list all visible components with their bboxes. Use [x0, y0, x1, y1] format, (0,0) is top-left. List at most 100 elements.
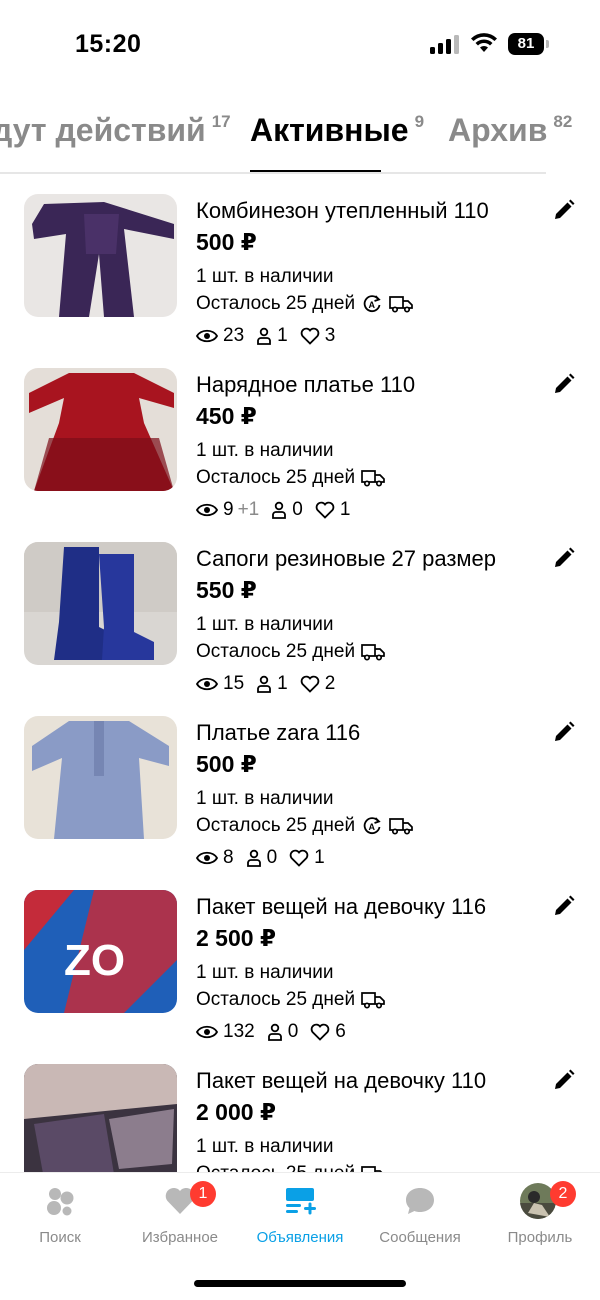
edit-pencil-icon[interactable] — [552, 372, 576, 396]
listing-title[interactable]: Платье zara 116 — [196, 720, 360, 746]
heart-outline-icon — [315, 501, 335, 519]
eye-icon — [196, 503, 218, 517]
eye-icon — [196, 677, 218, 691]
listing-item[interactable]: Пакет вещей на девочку 110 2 000 ₽ 1 шт.… — [0, 1044, 600, 1174]
likes-count: 6 — [335, 1021, 346, 1042]
listings-list[interactable]: Комбинезон утепленный 110 500 ₽ 1 шт. в … — [0, 174, 600, 1174]
tab-label: дут действий — [0, 112, 206, 148]
listing-days-left-row: Осталось 25 дней A — [196, 814, 413, 838]
listing-title[interactable]: Пакет вещей на девочку 110 — [196, 1068, 486, 1094]
listing-title[interactable]: Нарядное платье 110 — [196, 372, 415, 398]
listing-item[interactable]: Платье zara 116 500 ₽ 1 шт. в наличии Ос… — [0, 696, 600, 870]
home-indicator[interactable] — [194, 1280, 406, 1287]
person-icon — [257, 675, 272, 693]
tab-label: Активные — [250, 112, 409, 148]
listing-title[interactable]: Сапоги резиновые 27 размер — [196, 546, 496, 572]
wifi-icon — [471, 33, 497, 52]
nav-listings[interactable]: Объявления — [240, 1173, 360, 1253]
listing-item[interactable]: ZO Пакет вещей на девочку 116 2 500 ₽ 1 … — [0, 870, 600, 1044]
delivery-truck-icon — [389, 818, 413, 835]
chat-bubble-icon — [406, 1188, 434, 1214]
listing-photo[interactable]: ZO — [24, 890, 177, 1013]
auto-renew-icon: A — [363, 295, 381, 313]
edit-pencil-icon[interactable] — [552, 1068, 576, 1092]
views-count: 15 — [223, 673, 245, 694]
nav-label: Избранное — [141, 1229, 219, 1246]
svg-text:A: A — [369, 822, 376, 832]
tab-count: 9 — [414, 112, 425, 131]
delivery-truck-icon — [361, 470, 385, 487]
nav-label: Объявления — [256, 1229, 344, 1246]
listing-price: 500 ₽ — [196, 229, 257, 255]
nav-messages[interactable]: Сообщения — [360, 1173, 480, 1253]
listing-stock: 1 шт. в наличии — [196, 1136, 334, 1157]
listing-stats: 23 1 3 — [196, 324, 347, 348]
edit-pencil-icon[interactable] — [552, 894, 576, 918]
tab-archive[interactable]: Архив 82 — [448, 112, 572, 149]
contacts-count: 1 — [277, 673, 288, 694]
listing-days-left-row: Осталось 25 дней — [196, 640, 385, 664]
auto-renew-icon: A — [363, 817, 381, 835]
listing-photo[interactable] — [24, 1064, 177, 1174]
listing-days-left: Осталось 25 дней — [196, 815, 356, 836]
listing-photo[interactable] — [24, 368, 177, 491]
battery-tip — [546, 40, 549, 48]
edit-pencil-icon[interactable] — [552, 720, 576, 744]
listing-days-left-row: Осталось 25 дней — [196, 988, 385, 1012]
listing-price: 550 ₽ — [196, 577, 257, 603]
listing-title[interactable]: Пакет вещей на девочку 116 — [196, 894, 486, 920]
listing-item[interactable]: Комбинезон утепленный 110 500 ₽ 1 шт. в … — [0, 174, 600, 348]
person-icon — [267, 1023, 282, 1041]
listing-photo[interactable] — [24, 542, 177, 665]
tab-awaiting-action[interactable]: дут действий 17 — [0, 112, 231, 149]
person-icon — [257, 327, 272, 345]
listing-photo[interactable] — [24, 716, 177, 839]
listing-days-left: Осталось 25 дней — [196, 467, 356, 488]
contacts-count: 0 — [287, 1021, 299, 1042]
delivery-truck-icon — [389, 296, 413, 313]
eye-icon — [196, 1025, 218, 1039]
views-count: 132 — [223, 1021, 255, 1042]
listing-stats: 132 0 6 — [196, 1020, 358, 1044]
tab-count: 17 — [211, 112, 231, 131]
tab-active[interactable]: Активные 9 — [250, 112, 424, 149]
listings-add-icon — [286, 1188, 316, 1215]
listing-days-left: Осталось 25 дней — [196, 293, 356, 314]
heart-outline-icon — [300, 675, 320, 693]
nav-profile[interactable]: 2 Профиль — [480, 1173, 600, 1253]
nav-label: Сообщения — [379, 1229, 461, 1246]
delivery-truck-icon — [361, 992, 385, 1009]
listing-photo[interactable] — [24, 194, 177, 317]
heart-outline-icon — [310, 1023, 330, 1041]
contacts-count: 1 — [277, 325, 288, 346]
battery-level: 81 — [508, 33, 544, 55]
cellular-signal-icon — [430, 34, 460, 54]
nav-search[interactable]: Поиск — [0, 1173, 120, 1253]
listing-price: 450 ₽ — [196, 403, 257, 429]
search-bubbles-icon — [47, 1188, 74, 1216]
heart-outline-icon — [289, 849, 309, 867]
listing-days-left-row: Осталось 25 дней A — [196, 292, 413, 316]
listing-tabs: дут действий 17 Активные 9 Архив 82 — [0, 100, 600, 175]
listing-days-left: Осталось 25 дней — [196, 641, 356, 662]
profile-badge: 2 — [550, 1181, 576, 1207]
nav-favorites[interactable]: 1 Избранное — [120, 1173, 240, 1253]
tab-label: Архив — [448, 112, 548, 148]
listing-stats: 9 +1 0 1 — [196, 498, 362, 522]
status-bar: 15:20 81 — [0, 0, 600, 90]
listing-item[interactable]: Сапоги резиновые 27 размер 550 ₽ 1 шт. в… — [0, 522, 600, 696]
listing-item[interactable]: Нарядное платье 110 450 ₽ 1 шт. в наличи… — [0, 348, 600, 522]
nav-label: Поиск — [39, 1229, 81, 1246]
listing-price: 2 500 ₽ — [196, 925, 276, 951]
edit-pencil-icon[interactable] — [552, 198, 576, 222]
listing-title[interactable]: Комбинезон утепленный 110 — [196, 198, 489, 224]
likes-count: 3 — [324, 325, 336, 346]
listing-stock: 1 шт. в наличии — [196, 788, 334, 809]
svg-text:ZO: ZO — [64, 936, 125, 985]
listing-stock: 1 шт. в наличии — [196, 440, 334, 461]
likes-count: 2 — [324, 673, 336, 694]
edit-pencil-icon[interactable] — [552, 546, 576, 570]
listing-stock: 1 шт. в наличии — [196, 266, 334, 287]
listing-days-left-row: Осталось 25 дней — [196, 466, 385, 490]
eye-icon — [196, 329, 218, 343]
